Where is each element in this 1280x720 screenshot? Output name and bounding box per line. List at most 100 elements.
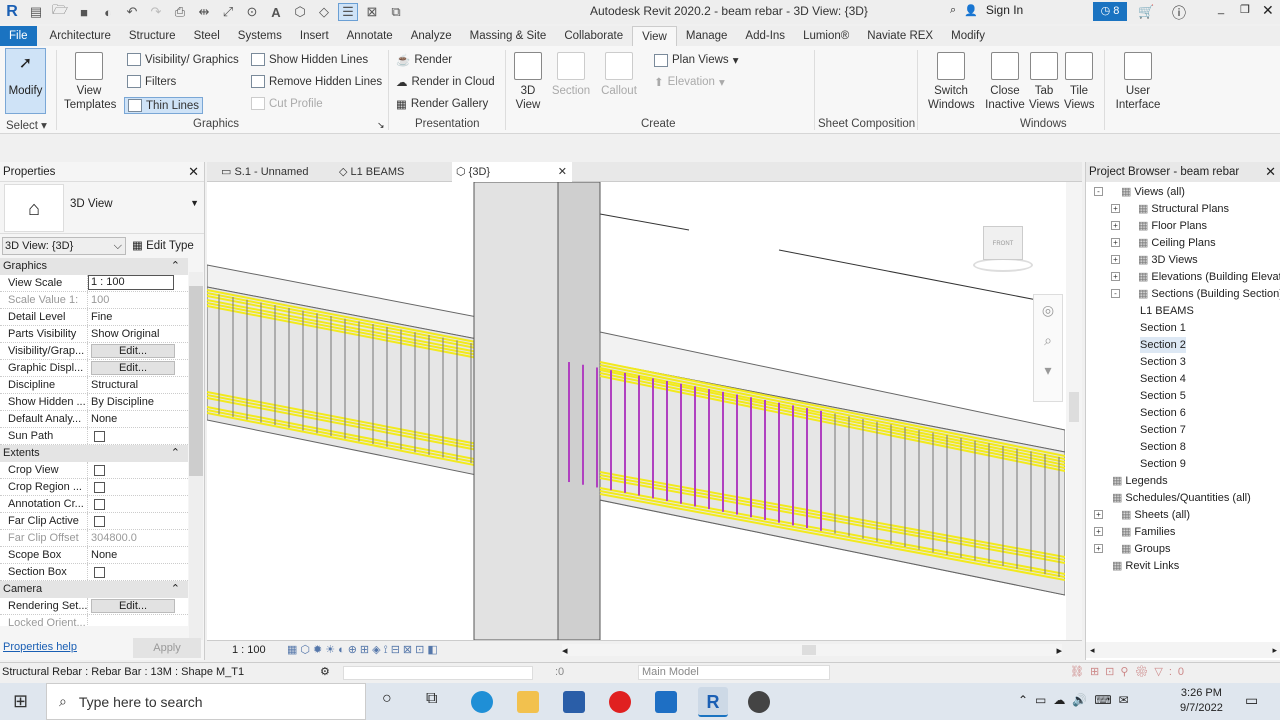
render-in-cloud-button[interactable]: ☁ Render in Cloud — [396, 75, 495, 89]
tab-view[interactable]: View — [632, 26, 677, 46]
expand-icon[interactable]: + — [1111, 255, 1120, 264]
edit-button[interactable]: Edit... — [91, 344, 175, 358]
browser-item[interactable]: Section 1 — [1140, 320, 1186, 336]
tab-architecture[interactable]: Architecture — [41, 26, 120, 46]
view-cube[interactable]: FRONT — [969, 222, 1037, 272]
revit-logo-icon[interactable]: R — [2, 3, 22, 21]
tab-steel[interactable]: Steel — [185, 26, 229, 46]
tab-insert[interactable]: Insert — [291, 26, 338, 46]
property-checkbox[interactable] — [94, 499, 105, 510]
collapse-icon[interactable]: - — [1111, 289, 1120, 298]
switch-windows-icon[interactable]: ⧉ — [386, 3, 406, 21]
property-value[interactable]: 304800.0 — [91, 532, 137, 544]
sync-icon[interactable]: ◐ — [98, 3, 118, 21]
property-value[interactable]: By Discipline — [91, 396, 154, 408]
select-dropdown[interactable]: Select ▾ — [6, 118, 47, 132]
opera-icon[interactable] — [609, 691, 631, 713]
plan-views-button[interactable]: Plan Views ▾ — [654, 53, 738, 67]
expand-icon[interactable]: + — [1111, 204, 1120, 213]
tab-file[interactable]: File — [0, 26, 37, 46]
folder-icon[interactable]: 🗁 — [50, 2, 70, 21]
default-3d-icon[interactable]: ⬡ — [290, 3, 310, 21]
browser-item[interactable]: Section 3 — [1140, 354, 1186, 370]
measure-icon[interactable]: ⇹ — [194, 3, 214, 21]
property-value[interactable]: 100 — [91, 294, 109, 306]
edit-type-button[interactable]: ▦ Edit Type — [132, 238, 194, 252]
view-scale-input[interactable]: 1 : 100 — [88, 275, 174, 290]
view-instance-select[interactable]: 3D View: {3D} ⌵ — [2, 237, 126, 255]
tab-manage[interactable]: Manage — [677, 26, 737, 46]
property-checkbox[interactable] — [94, 431, 105, 442]
property-checkbox[interactable] — [94, 482, 105, 493]
tab-structure[interactable]: Structure — [120, 26, 185, 46]
sign-in-link[interactable]: Sign In — [986, 3, 1023, 17]
tag-icon[interactable]: ⊙ — [242, 3, 262, 21]
type-selector[interactable]: ⌂ 3D View ▼ — [0, 182, 204, 234]
collapse-icon[interactable]: - — [1094, 187, 1103, 196]
close-hidden-icon[interactable]: ⊠ — [362, 3, 382, 21]
browser-item[interactable]: Section 9 — [1140, 456, 1186, 472]
show-hidden-lines-button[interactable]: Show Hidden Lines — [251, 53, 368, 66]
browser-item[interactable]: ▦ Views (all) — [1121, 184, 1185, 200]
3d-view-button[interactable]: 3D View — [511, 52, 545, 112]
edit-button[interactable]: Edit... — [91, 599, 175, 613]
property-value[interactable]: Fine — [91, 311, 112, 323]
filters-button[interactable]: Filters — [127, 75, 176, 88]
design-option-field[interactable]: Main Model — [638, 665, 830, 680]
print-icon[interactable]: ⎙ — [170, 3, 190, 21]
browser-item[interactable]: ▦Elevations (Building Elevation — [1138, 269, 1280, 285]
remove-hidden-lines-button[interactable]: Remove Hidden Lines — [251, 75, 382, 88]
elevation-button[interactable]: ⬆ Elevation ▾ — [654, 75, 725, 89]
section-button[interactable]: Section — [550, 52, 592, 98]
browser-item[interactable]: ▦ Groups — [1121, 541, 1170, 557]
expand-icon[interactable]: + — [1111, 238, 1120, 247]
task-view-icon[interactable]: ⧉ — [426, 690, 437, 708]
dimension-icon[interactable]: ⤢ — [218, 3, 238, 21]
property-checkbox[interactable] — [94, 567, 105, 578]
revit-taskbar-icon[interactable]: R — [698, 687, 728, 717]
expand-icon[interactable]: + — [1094, 527, 1103, 536]
property-value[interactable]: None — [91, 413, 117, 425]
render-button[interactable]: ☕ Render — [396, 53, 452, 67]
section-header-camera[interactable]: Camera ⌃ — [0, 581, 188, 598]
edit-button[interactable]: Edit... — [91, 361, 175, 375]
redo-icon[interactable]: ↷ — [146, 3, 166, 21]
browser-item[interactable]: Section 7 — [1140, 422, 1186, 438]
expand-icon[interactable]: + — [1094, 544, 1103, 553]
user-interface-button[interactable]: User Interface — [1113, 52, 1163, 112]
browser-item[interactable]: Section 2 — [1140, 337, 1186, 353]
section-header-graphics[interactable]: Graphics ⌃ — [0, 258, 188, 275]
beam-rebar-3d-model[interactable] — [207, 182, 1065, 640]
thin-lines-button[interactable]: Thin Lines — [124, 97, 204, 114]
graphics-dialog-launcher[interactable]: ↘ — [377, 120, 385, 131]
mail-icon[interactable] — [655, 691, 677, 713]
selection-filter-icons[interactable]: ⛓⊞⊡⚲⚙▽:0 — [1070, 665, 1190, 678]
browser-item[interactable]: ▦ Schedules/Quantities (all) — [1112, 490, 1251, 506]
apply-button[interactable]: Apply — [133, 638, 201, 658]
browser-item[interactable]: Section 8 — [1140, 439, 1186, 455]
navigation-bar[interactable]: ◎ ⌕ ▾ — [1033, 294, 1063, 402]
browser-item[interactable]: ▦ Ceiling Plans — [1138, 235, 1216, 251]
browser-hscroll[interactable]: ◂ ▸ — [1086, 642, 1280, 658]
edge-icon[interactable] — [471, 691, 493, 713]
switch-windows-button[interactable]: Switch Windows — [928, 52, 975, 112]
recorder-icon[interactable] — [748, 691, 770, 713]
browser-item[interactable]: Section 5 — [1140, 388, 1186, 404]
browser-item[interactable]: ▦ Families — [1121, 524, 1175, 540]
clock[interactable]: 3:26 PM 9/7/2022 — [1180, 686, 1223, 716]
view-tab-sheet[interactable]: ▭ S.1 - Unnamed — [217, 162, 332, 182]
browser-item[interactable]: L1 BEAMS — [1140, 303, 1194, 319]
thin-lines-icon[interactable]: ☰ — [338, 3, 358, 21]
taskbar-search[interactable]: ⌕ Type here to search — [46, 683, 366, 720]
3d-view-canvas[interactable]: ▭ S.1 - Unnamed ◇ L1 BEAMS ⬡ {3D} ✕ FRONT… — [207, 162, 1082, 660]
minimize-button[interactable]: _ — [1218, 3, 1224, 15]
tab-massing-site[interactable]: Massing & Site — [461, 26, 556, 46]
browser-item[interactable]: ▦ Structural Plans — [1138, 201, 1229, 217]
browser-item[interactable]: ▦ 3D Views — [1138, 252, 1198, 268]
section-icon[interactable]: ◇ — [314, 3, 334, 21]
system-tray-icons[interactable]: ⌃▭☁🔊⌨✉ — [1018, 693, 1136, 707]
expand-icon[interactable]: + — [1111, 221, 1120, 230]
view-tab-3d[interactable]: ⬡ {3D} ✕ — [452, 162, 572, 182]
section-header-extents[interactable]: Extents ⌃ — [0, 445, 188, 462]
property-value[interactable]: None — [91, 549, 117, 561]
